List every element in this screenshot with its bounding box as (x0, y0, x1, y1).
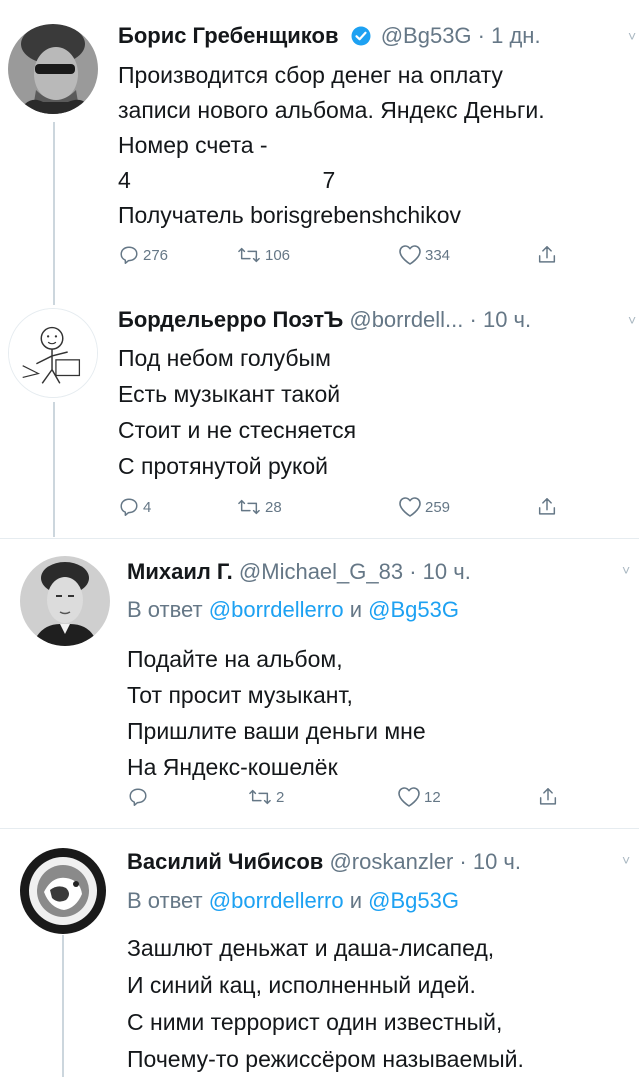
thread-line (53, 402, 55, 537)
author-name[interactable]: Бордельерро ПоэтЪ (118, 307, 343, 332)
share-icon (538, 246, 556, 263)
retweet-count: 106 (265, 246, 291, 264)
timestamp[interactable]: · 10 ч. (459, 849, 521, 874)
reply-icon (129, 788, 147, 806)
retweet-icon (238, 499, 260, 515)
author-handle[interactable]: @Michael_G_83 (239, 559, 403, 584)
reply-icon (120, 498, 138, 516)
share-icon (538, 498, 556, 515)
retweet-button[interactable]: 106 (236, 244, 290, 266)
avatar[interactable] (8, 308, 98, 398)
chevron-down-icon[interactable]: ˅ (622, 852, 630, 868)
thread-line (62, 935, 64, 1077)
like-count: 12 (424, 788, 441, 806)
like-button[interactable]: 334 (398, 244, 450, 266)
reply-count: 4 (143, 498, 152, 516)
mention-link[interactable]: @borrdellerro (209, 888, 344, 913)
heart-icon (399, 245, 421, 265)
reply-button[interactable] (127, 786, 152, 808)
heart-icon (399, 497, 421, 517)
author-handle[interactable]: @Bg53G (381, 23, 472, 48)
tweet-actions: 2 12 (127, 786, 577, 810)
reply-button[interactable]: 4 (118, 496, 151, 518)
chevron-down-icon[interactable]: ˅ (622, 562, 630, 578)
like-count: 259 (425, 498, 451, 516)
avatar[interactable] (8, 24, 98, 114)
mention-link[interactable]: @Bg53G (368, 597, 459, 622)
tweet-text: Производится сбор денег на оплату записи… (118, 62, 545, 228)
chevron-down-icon[interactable]: ˅ (628, 312, 636, 328)
timestamp[interactable]: · 10 ч. (409, 559, 471, 584)
author-name[interactable]: Михаил Г. (127, 559, 233, 584)
replying-to: В ответ @borrdellerro и @Bg53G (127, 888, 459, 913)
author-name[interactable]: Василий Чибисов (127, 849, 323, 874)
retweet-button[interactable]: 2 (247, 786, 284, 808)
avatar[interactable] (20, 848, 106, 934)
replying-to: В ответ @borrdellerro и @Bg53G (127, 597, 459, 622)
retweet-icon (238, 247, 260, 263)
mention-link[interactable]: @Bg53G (368, 888, 459, 913)
verified-badge-icon (351, 25, 371, 53)
heart-icon (398, 787, 420, 807)
timestamp[interactable]: · 10 ч. (470, 307, 532, 332)
share-button[interactable] (536, 244, 558, 266)
tweet-text: Зашлют деньжат и даша-лисапед, И синий к… (127, 935, 524, 1072)
mention-link[interactable]: @borrdellerro (209, 597, 344, 622)
share-icon (539, 788, 557, 805)
chevron-down-icon[interactable]: ˅ (628, 28, 636, 44)
tweet-actions: 276 106 334 (118, 244, 578, 268)
tweet-divider (0, 828, 639, 829)
author-handle[interactable]: @roskanzler (329, 849, 453, 874)
avatar[interactable] (20, 556, 110, 646)
tweet-divider (0, 538, 639, 539)
like-count: 334 (425, 246, 451, 264)
reply-button[interactable]: 276 (118, 244, 168, 266)
timestamp[interactable]: · 1 дн. (478, 23, 541, 48)
tweet-actions: 4 28 259 (118, 496, 578, 520)
author-name[interactable]: Борис Гребенщиков (118, 23, 338, 48)
retweet-button[interactable]: 28 (236, 496, 282, 518)
share-button[interactable] (536, 496, 558, 518)
like-button[interactable]: 12 (397, 786, 441, 808)
reply-icon (120, 246, 138, 264)
thread-line (53, 122, 55, 305)
retweet-count: 2 (276, 788, 285, 806)
reply-count: 276 (143, 246, 169, 264)
like-button[interactable]: 259 (398, 496, 450, 518)
retweet-count: 28 (265, 498, 282, 516)
tweet-text: Подайте на альбом, Тот просит музыкант, … (127, 646, 426, 780)
tweet-text: Под небом голубым Есть музыкант такой Ст… (118, 345, 357, 479)
share-button[interactable] (537, 786, 559, 808)
retweet-icon (249, 789, 271, 805)
author-handle[interactable]: @borrdell... (349, 307, 463, 332)
